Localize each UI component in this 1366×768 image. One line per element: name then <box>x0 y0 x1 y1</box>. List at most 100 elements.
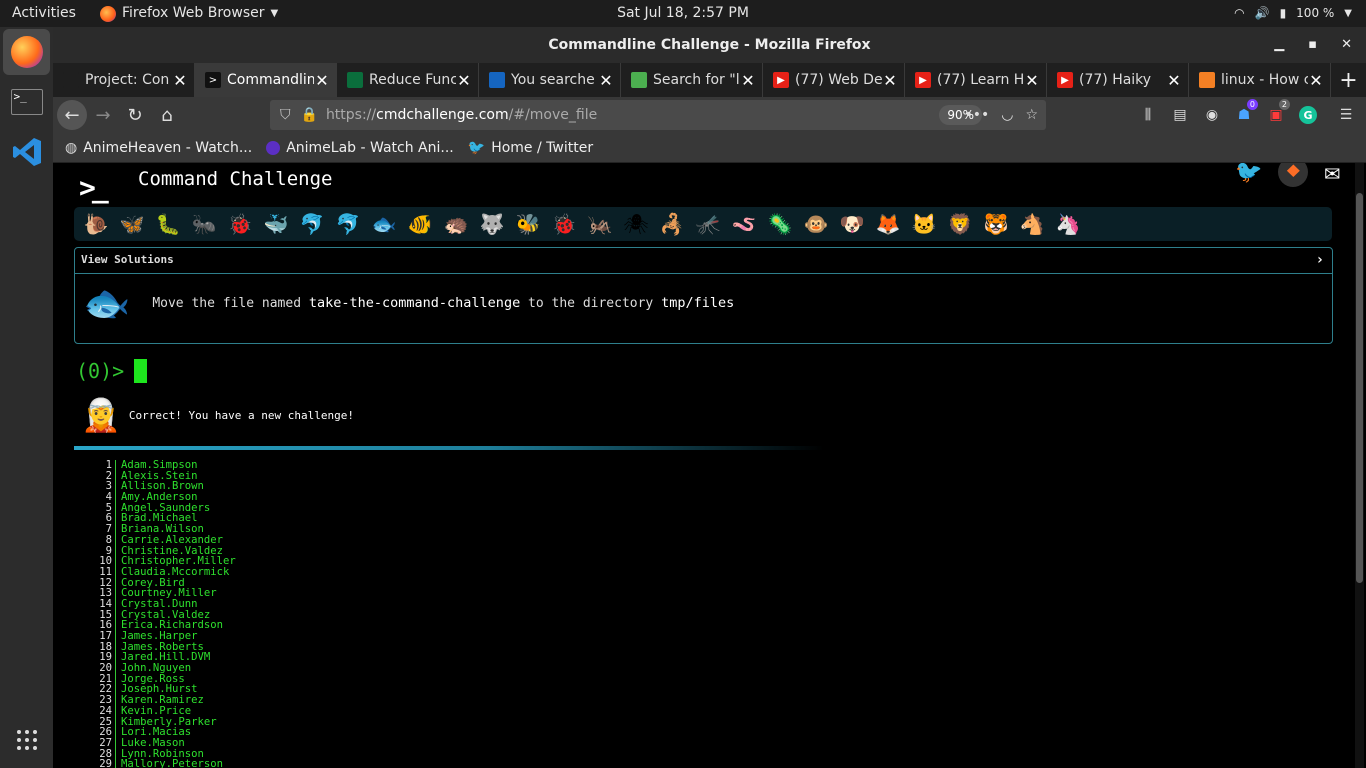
tab-6[interactable]: ▶ (77) Learn H ✕ <box>905 63 1047 97</box>
tab-8[interactable]: linux - How c ✕ <box>1189 63 1331 97</box>
level-icon-24[interactable]: 🦁 <box>942 209 978 239</box>
tab-7[interactable]: ▶ (77) Haiky ✕ <box>1047 63 1189 97</box>
level-icon-4[interactable]: 🐞 <box>222 209 258 239</box>
level-icon-21[interactable]: 🐶 <box>834 209 870 239</box>
level-icon-17[interactable]: 🦟 <box>690 209 726 239</box>
youtube-icon: ▶ <box>1057 72 1073 88</box>
line-separator <box>115 556 116 567</box>
bookmark-animeheaven[interactable]: ◍ AnimeHeaven - Watch... <box>65 140 252 156</box>
bookmark-label: AnimeLab - Watch Ani... <box>286 139 454 156</box>
lock-icon[interactable]: 🔒 <box>301 107 318 123</box>
tab-5[interactable]: ▶ (77) Web De ✕ <box>763 63 905 97</box>
maximize-button[interactable]: ▪ <box>1308 27 1317 63</box>
bookmark-animelab[interactable]: AnimeLab - Watch Ani... <box>266 140 454 156</box>
line-separator <box>115 598 116 610</box>
url-bar[interactable]: ⛉ 🔒 https://cmdchallenge.com/#/move_file… <box>270 100 1046 130</box>
level-icon-25[interactable]: 🐯 <box>978 209 1014 239</box>
level-icon-23[interactable]: 🐱 <box>906 209 942 239</box>
level-icon-16[interactable]: 🦂 <box>654 209 690 239</box>
level-icon-14[interactable]: 🦗 <box>582 209 618 239</box>
dock-firefox[interactable] <box>3 29 50 75</box>
close-tab-icon[interactable]: ✕ <box>1166 71 1182 90</box>
mail-icon[interactable]: ✉ <box>1324 163 1340 187</box>
tab-title: Reduce Func <box>369 72 456 88</box>
level-icon-27[interactable]: 🦄 <box>1050 209 1086 239</box>
system-tray[interactable]: ◠ 🔊 ▮ 100 % ▼ <box>1234 0 1352 27</box>
tab-0[interactable]: Project: Con ✕ <box>53 63 195 97</box>
level-icon-5[interactable]: 🐳 <box>258 209 294 239</box>
command-prompt[interactable]: (0)> <box>76 359 148 383</box>
level-icon-8[interactable]: 🐟 <box>366 209 402 239</box>
shield-icon[interactable]: ⛉ <box>280 107 291 123</box>
new-tab-button[interactable]: + <box>1331 63 1366 97</box>
close-tab-icon[interactable]: ✕ <box>1024 71 1040 90</box>
close-tab-icon[interactable]: ✕ <box>456 71 472 90</box>
line-number: 27 <box>99 736 112 749</box>
close-tab-icon[interactable]: ✕ <box>1308 71 1324 90</box>
dock-terminal[interactable]: >_ <box>3 79 50 125</box>
home-button[interactable]: ⌂ <box>151 100 183 130</box>
sidebar-icon[interactable]: ▤ <box>1168 103 1192 127</box>
level-icon-12[interactable]: 🐝 <box>510 209 546 239</box>
clock[interactable]: Sat Jul 18, 2:57 PM <box>617 5 749 21</box>
level-icon-15[interactable]: 🕷 <box>618 209 654 239</box>
level-icon-11[interactable]: 🐺 <box>474 209 510 239</box>
close-window-button[interactable]: ✕ <box>1341 27 1352 63</box>
reload-button[interactable]: ↻ <box>119 100 151 130</box>
extension-lock-icon[interactable]: ▣ 2 <box>1264 99 1290 127</box>
close-tab-icon[interactable]: ✕ <box>598 71 614 90</box>
url-text[interactable]: https://cmdchallenge.com/#/move_file <box>326 107 597 123</box>
show-applications-button[interactable] <box>3 717 50 763</box>
level-icon-26[interactable]: 🐴 <box>1014 209 1050 239</box>
level-icon-1[interactable]: 🦋 <box>114 209 150 239</box>
activities-button[interactable]: Activities <box>12 0 76 27</box>
level-icon-19[interactable]: 🦠 <box>762 209 798 239</box>
tab-1[interactable]: > Commandlin ✕ <box>195 63 337 97</box>
menu-icon[interactable]: ☰ <box>1334 103 1358 127</box>
firefox-window: Commandline Challenge - Mozilla Firefox … <box>53 27 1366 768</box>
back-button[interactable]: ← <box>57 100 87 130</box>
view-solutions-toggle[interactable]: View Solutions › <box>75 248 1332 274</box>
level-icon-0[interactable]: 🐌 <box>78 209 114 239</box>
bookmark-star-icon[interactable]: ☆ <box>1025 107 1038 123</box>
terminal-logo-icon[interactable]: >_ <box>79 171 109 204</box>
minimize-button[interactable]: ▁ <box>1274 27 1284 63</box>
bookmark-twitter[interactable]: 🐦 Home / Twitter <box>468 140 593 156</box>
line-separator <box>115 716 116 728</box>
pocket-icon[interactable]: ◡ <box>1001 107 1013 123</box>
window-titlebar[interactable]: Commandline Challenge - Mozilla Firefox … <box>53 27 1366 63</box>
forward-button[interactable]: → <box>87 100 119 130</box>
tab-2[interactable]: Reduce Func ✕ <box>337 63 479 97</box>
close-tab-icon[interactable]: ✕ <box>882 71 898 90</box>
tab-title: (77) Haiky <box>1079 72 1152 88</box>
level-icon-6[interactable]: 🐬 <box>294 209 330 239</box>
youtube-icon: ▶ <box>773 72 789 88</box>
page-actions-icon[interactable]: ••• <box>964 107 989 123</box>
level-icon-2[interactable]: 🐛 <box>150 209 186 239</box>
tab-3[interactable]: You searche ✕ <box>479 63 621 97</box>
close-tab-icon[interactable]: ✕ <box>172 71 188 90</box>
tab-4[interactable]: Search for "l ✕ <box>621 63 763 97</box>
twitter-icon[interactable]: 🐦 <box>1235 163 1262 185</box>
level-icon-13[interactable]: 🐞 <box>546 209 582 239</box>
level-icon-9[interactable]: 🐠 <box>402 209 438 239</box>
level-icon-20[interactable]: 🐵 <box>798 209 834 239</box>
account-icon[interactable]: ◉ <box>1200 103 1224 127</box>
level-icon-22[interactable]: 🦊 <box>870 209 906 239</box>
close-tab-icon[interactable]: ✕ <box>740 71 756 90</box>
level-icon-7[interactable]: 🐬 <box>330 209 366 239</box>
terminal-cursor[interactable] <box>134 359 148 383</box>
line-separator <box>115 481 116 493</box>
scrollbar-thumb[interactable] <box>1356 193 1363 583</box>
dock-vscode[interactable] <box>3 129 50 175</box>
level-icon-3[interactable]: 🐜 <box>186 209 222 239</box>
grammarly-icon[interactable]: G <box>1296 103 1320 127</box>
level-icon-18[interactable]: 🪱 <box>726 209 762 239</box>
extension-ghost-icon[interactable]: ☗ 0 <box>1232 99 1258 127</box>
library-icon[interactable]: ⫼ <box>1136 103 1160 127</box>
app-menu[interactable]: Firefox Web Browser ▼ <box>100 0 278 27</box>
level-icon-10[interactable]: 🦔 <box>438 209 474 239</box>
gitlab-icon[interactable]: ⯁ <box>1278 163 1309 187</box>
page-scrollbar[interactable] <box>1355 163 1364 768</box>
close-tab-icon[interactable]: ✕ <box>314 71 330 90</box>
